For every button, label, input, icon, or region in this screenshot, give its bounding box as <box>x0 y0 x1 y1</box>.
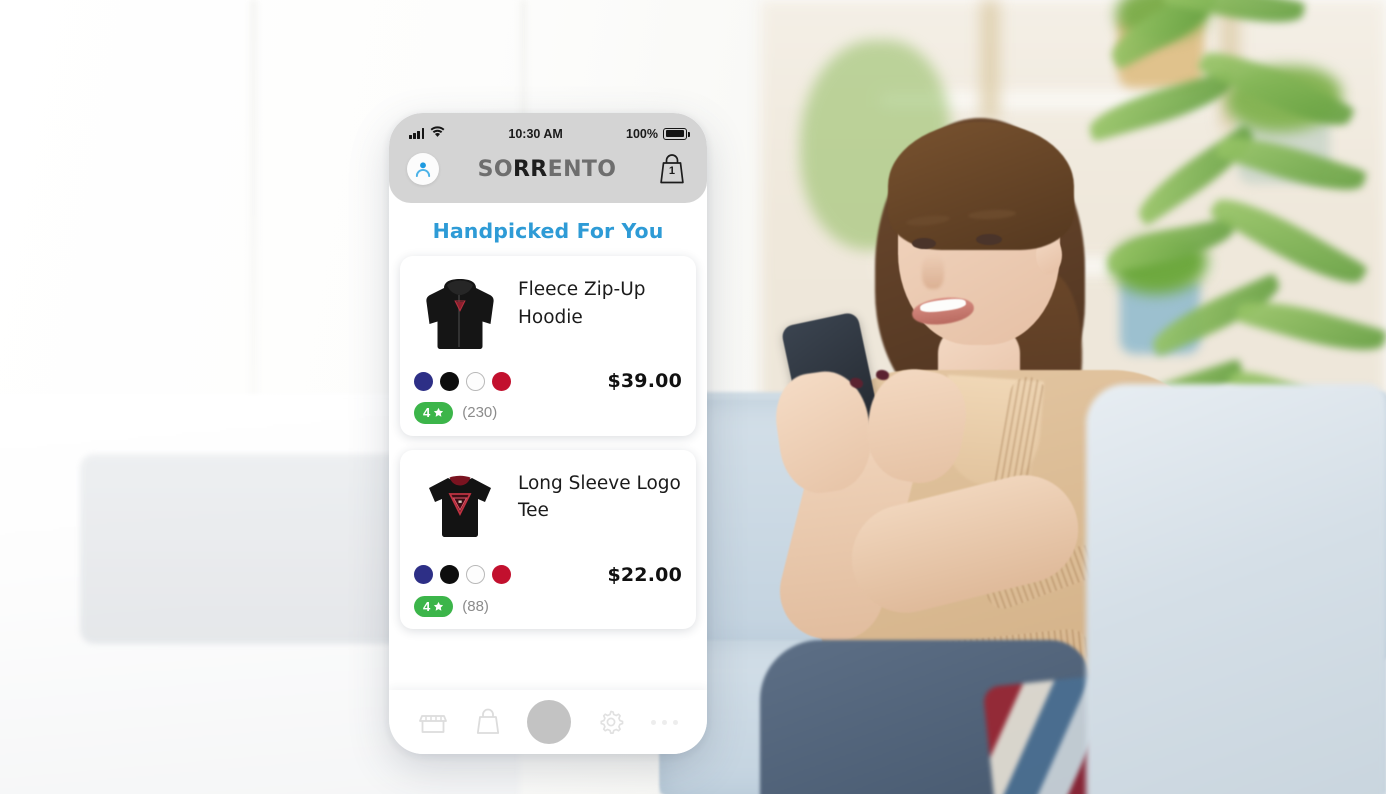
color-swatch-crimson[interactable] <box>492 371 511 391</box>
tab-more[interactable] <box>651 719 679 725</box>
page-title: Handpicked For You <box>432 219 664 243</box>
user-avatar-icon[interactable] <box>407 153 439 185</box>
color-swatch-black[interactable] <box>440 371 459 391</box>
shopping-bag-icon <box>476 708 499 734</box>
phone-header: 10:30 AM 100% SORRENTO 1 <box>389 113 707 203</box>
tab-bag[interactable] <box>474 707 502 737</box>
product-image-hoodie <box>414 268 506 360</box>
rating-badge: 4 <box>414 595 454 618</box>
product-price: $39.00 <box>607 370 682 392</box>
review-count: (230) <box>462 404 498 422</box>
color-swatch-navy[interactable] <box>414 565 433 585</box>
color-swatch-white[interactable] <box>466 371 485 391</box>
more-dots-icon[interactable] <box>651 719 679 725</box>
product-price: $22.00 <box>607 563 682 586</box>
app-bar: SORRENTO 1 <box>403 141 693 187</box>
product-image-tee <box>414 462 506 554</box>
shopping-bag-icon[interactable]: 1 <box>655 151 689 187</box>
tab-settings[interactable] <box>597 708 625 736</box>
cart-badge-count: 1 <box>668 165 676 177</box>
product-name: Long Sleeve Logo Tee <box>518 472 681 522</box>
gear-icon <box>600 710 624 734</box>
storefront-icon <box>418 715 447 733</box>
rating-row: 4 (230) <box>414 402 682 424</box>
product-name: Fleece Zip-Up Hoodie <box>518 279 646 328</box>
color-swatch-navy[interactable] <box>414 371 433 391</box>
rating-row: 4 (88) <box>414 595 682 618</box>
battery-percent: 100% <box>626 126 658 141</box>
review-count: (88) <box>462 597 489 615</box>
status-bar: 10:30 AM 100% <box>403 123 693 141</box>
color-swatches[interactable] <box>414 565 511 585</box>
wifi-icon <box>430 126 445 141</box>
status-time: 10:30 AM <box>508 126 563 141</box>
battery-full-icon <box>663 127 691 140</box>
rating-value: 4 <box>423 598 431 614</box>
color-swatch-black[interactable] <box>440 565 459 585</box>
tab-shop[interactable] <box>418 707 448 737</box>
star-icon <box>434 408 444 417</box>
screen-content: Handpicked For You Fleece Zip-Up Hoodie <box>389 203 707 630</box>
phone-mockup: 10:30 AM 100% SORRENTO 1 Handpicked For … <box>389 113 707 754</box>
logo-part-3: ENTO <box>547 156 617 182</box>
bottom-navigation <box>389 690 707 754</box>
rating-value: 4 <box>423 405 431 420</box>
product-card[interactable]: Fleece Zip-Up Hoodie $39.00 4 (230) <box>400 256 696 436</box>
color-swatch-white[interactable] <box>466 565 485 585</box>
logo-part-1: SO <box>477 156 513 182</box>
tab-profile[interactable] <box>527 700 572 744</box>
signal-bars-icon <box>409 128 425 139</box>
color-swatches[interactable] <box>414 371 511 391</box>
logo-part-2: RR <box>512 156 548 182</box>
color-swatch-crimson[interactable] <box>492 565 511 585</box>
rating-badge: 4 <box>414 402 454 424</box>
product-card[interactable]: Long Sleeve Logo Tee $22.00 4 (88) <box>400 449 696 630</box>
star-icon <box>434 601 444 611</box>
circle-avatar-icon[interactable] <box>527 700 572 744</box>
app-logo: SORRENTO <box>478 157 617 182</box>
